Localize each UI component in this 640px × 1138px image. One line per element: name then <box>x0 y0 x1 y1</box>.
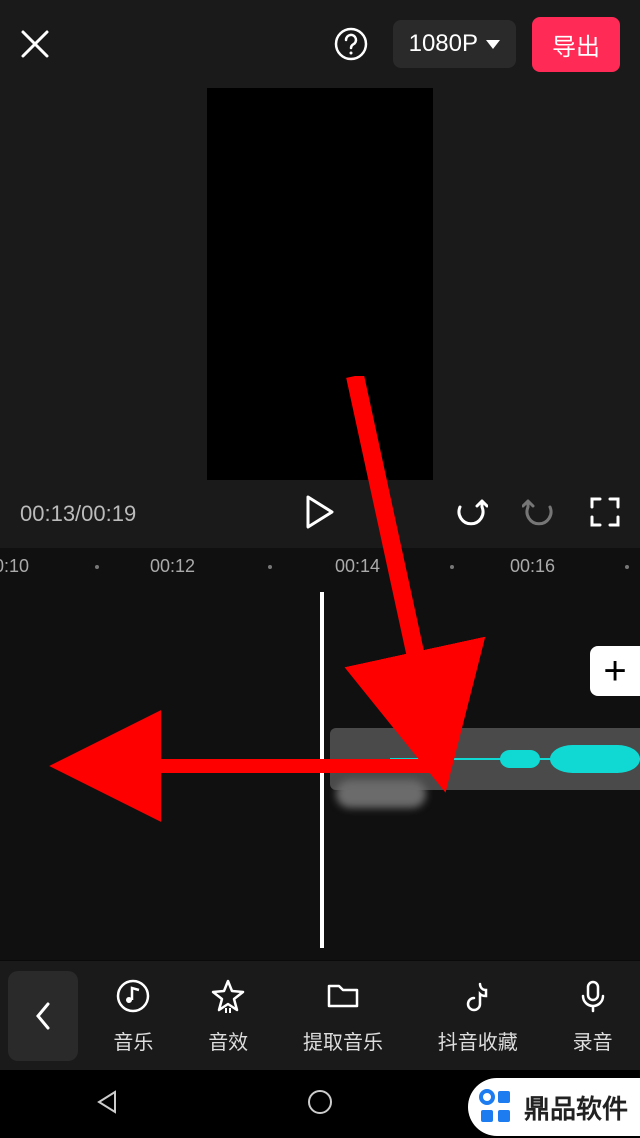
export-button[interactable]: 导出 <box>532 17 620 72</box>
tool-extract[interactable]: 提取音乐 <box>303 976 383 1055</box>
resolution-dropdown[interactable]: 1080P <box>393 20 516 68</box>
tool-label: 抖音收藏 <box>438 1026 518 1055</box>
tool-douyin-favorites[interactable]: 抖音收藏 <box>438 976 518 1055</box>
chevron-left-icon <box>34 1002 52 1030</box>
redo-icon <box>522 497 556 527</box>
folder-icon <box>323 976 363 1016</box>
tick-label: 00:12 <box>150 556 195 577</box>
nav-back[interactable] <box>93 1088 121 1121</box>
music-icon <box>113 976 153 1016</box>
chevron-down-icon <box>486 40 500 49</box>
close-icon <box>20 29 50 59</box>
tick-label: 00:16 <box>510 556 555 577</box>
tick-label: 0:10 <box>0 556 29 577</box>
circle-home-icon <box>306 1088 334 1116</box>
timeline[interactable]: 0:10 00:12 00:14 00:16 + <box>0 548 640 960</box>
help-button[interactable] <box>333 26 369 62</box>
tool-label: 音乐 <box>113 1026 153 1055</box>
tick-label: 00:14 <box>335 556 380 577</box>
timecode: 00:13/00:19 <box>20 501 136 527</box>
resolution-label: 1080P <box>409 30 478 58</box>
undo-button[interactable] <box>454 497 488 532</box>
nav-home[interactable] <box>306 1088 334 1121</box>
watermark-logo-icon <box>476 1086 518 1128</box>
waveform <box>390 745 640 773</box>
douyin-icon <box>458 976 498 1016</box>
video-preview[interactable] <box>0 88 640 480</box>
redo-button[interactable] <box>522 497 556 532</box>
tool-music[interactable]: 音乐 <box>113 976 153 1055</box>
add-clip-button[interactable]: + <box>590 646 640 696</box>
tool-record[interactable]: 录音 <box>573 976 613 1055</box>
track-label-blurred <box>336 780 426 808</box>
mic-icon <box>573 976 613 1016</box>
playhead[interactable] <box>320 592 324 948</box>
fullscreen-button[interactable] <box>590 497 620 532</box>
timeline-ruler: 0:10 00:12 00:14 00:16 <box>0 548 640 586</box>
tool-label: 录音 <box>573 1026 613 1055</box>
play-icon <box>306 495 334 529</box>
help-icon <box>333 26 369 62</box>
video-frame <box>207 88 433 480</box>
undo-icon <box>454 497 488 527</box>
watermark: 鼎品软件 <box>468 1078 640 1136</box>
star-icon <box>208 976 248 1016</box>
play-button[interactable] <box>306 495 334 534</box>
tool-label: 音效 <box>208 1026 248 1055</box>
fullscreen-icon <box>590 497 620 527</box>
tool-sfx[interactable]: 音效 <box>208 976 248 1055</box>
watermark-text: 鼎品软件 <box>524 1089 628 1126</box>
triangle-back-icon <box>93 1088 121 1116</box>
close-button[interactable] <box>20 29 50 59</box>
tool-label: 提取音乐 <box>303 1026 383 1055</box>
back-button[interactable] <box>8 971 78 1061</box>
